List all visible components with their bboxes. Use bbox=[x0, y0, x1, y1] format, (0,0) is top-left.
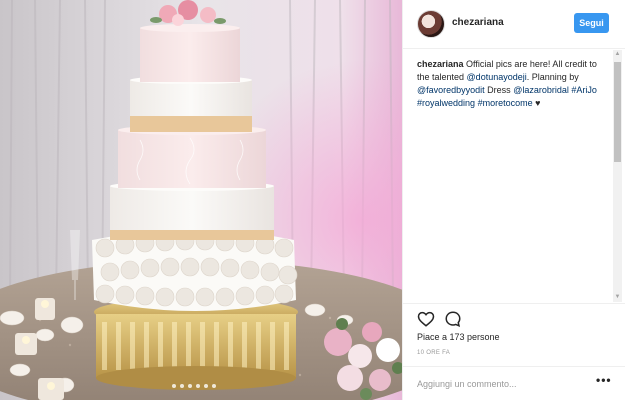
mention-link[interactable]: @favoredbyyodit bbox=[417, 85, 485, 95]
hashtag-link[interactable]: #AriJo bbox=[571, 85, 597, 95]
caption-text: . Planning by bbox=[526, 72, 579, 82]
mention-link[interactable]: @dotunayodeji bbox=[467, 72, 527, 82]
follow-button[interactable]: Segui bbox=[574, 13, 609, 33]
add-comment-bar: ••• bbox=[403, 366, 625, 401]
likes-count[interactable]: Piace a 173 persone bbox=[417, 332, 500, 342]
comment-bubble-icon[interactable] bbox=[444, 310, 462, 328]
post-side-panel: chezariana Segui chezariana Official pic… bbox=[402, 0, 625, 400]
caption-text: Dress bbox=[484, 85, 514, 95]
post-caption: chezariana Official pics are here! All c… bbox=[417, 58, 609, 110]
scroll-thumb[interactable] bbox=[614, 62, 621, 162]
instagram-post-view: chezariana Segui chezariana Official pic… bbox=[0, 0, 625, 400]
username-link[interactable]: chezariana bbox=[452, 17, 504, 28]
more-options-icon[interactable]: ••• bbox=[596, 373, 612, 387]
caption-username-link[interactable]: chezariana bbox=[417, 59, 464, 69]
avatar-icon[interactable] bbox=[417, 10, 445, 38]
comments-scrollbar[interactable]: ▲ ▼ bbox=[613, 50, 622, 302]
scroll-up-arrow-icon[interactable]: ▲ bbox=[613, 50, 622, 59]
scroll-down-arrow-icon[interactable]: ▼ bbox=[613, 293, 622, 302]
post-timestamp[interactable]: 10 ORE FA bbox=[417, 350, 450, 356]
post-image-wedding-cake[interactable] bbox=[0, 0, 402, 400]
post-header: chezariana Segui bbox=[403, 0, 625, 49]
heart-icon[interactable] bbox=[417, 310, 435, 328]
hashtag-link[interactable]: #royalwedding bbox=[417, 98, 475, 108]
comment-input[interactable] bbox=[417, 377, 587, 391]
hashtag-link[interactable]: #moretocome bbox=[478, 98, 533, 108]
caption-text: ♥ bbox=[532, 98, 541, 108]
post-actions bbox=[403, 303, 625, 334]
mention-link[interactable]: @lazarobridal bbox=[513, 85, 569, 95]
